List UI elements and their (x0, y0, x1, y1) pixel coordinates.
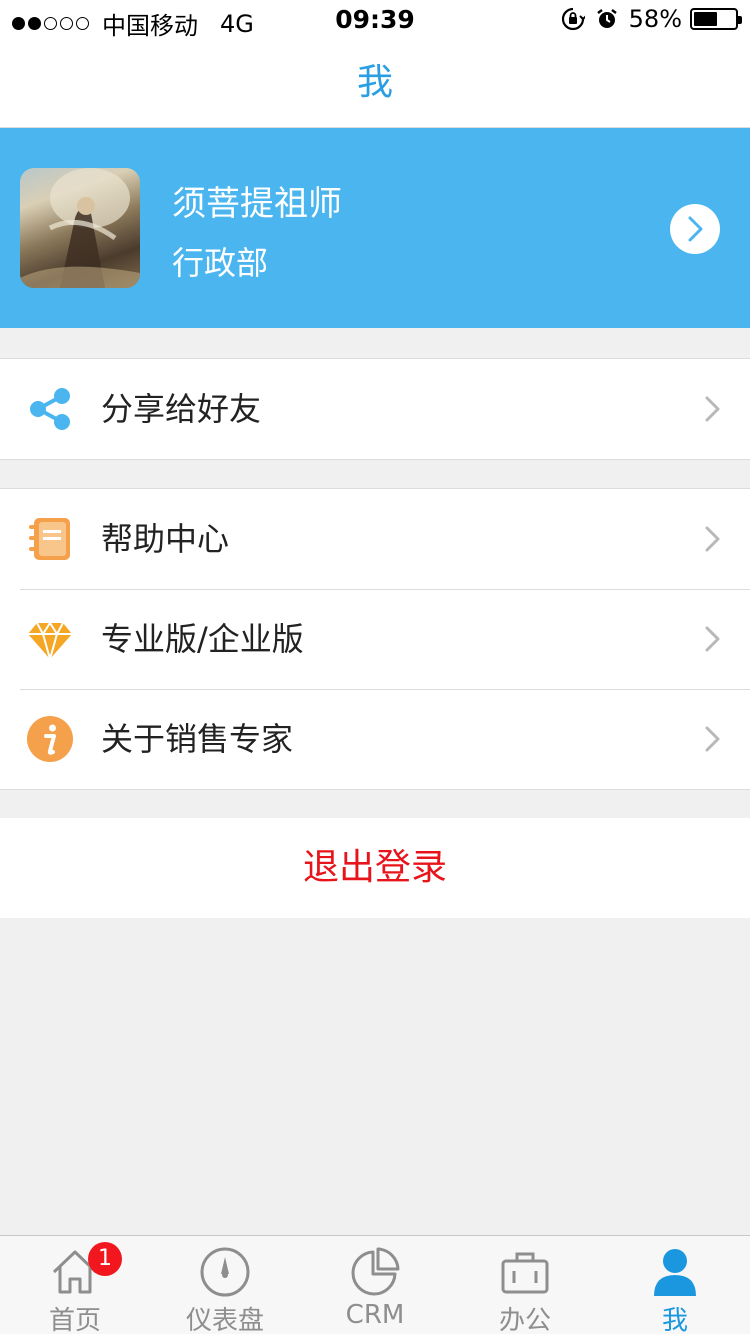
menu-label-share: 分享给好友 (101, 390, 262, 428)
menu-group-share: 分享给好友 (0, 358, 750, 460)
tab-crm[interactable]: CRM (300, 1236, 450, 1334)
tab-home[interactable]: 1 首页 (0, 1236, 150, 1334)
info-icon (26, 715, 74, 763)
menu-group-info: 帮助中心 专业版/企业版 关于销售专家 (0, 488, 750, 790)
logout-button[interactable]: 退出登录 (0, 818, 750, 918)
menu-item-about[interactable]: 关于销售专家 (0, 689, 750, 789)
notebook-icon (26, 515, 74, 563)
notification-badge: 1 (88, 1242, 122, 1276)
diamond-icon (26, 615, 74, 663)
tab-bar: 1 首页 仪表盘 CRM 办公 我 (0, 1235, 750, 1334)
menu-label-about: 关于销售专家 (101, 720, 294, 758)
tab-label-crm: CRM (345, 1300, 405, 1330)
status-bar: 中国移动 4G 09:39 58% (0, 0, 750, 40)
profile-name: 须菩提祖师 (172, 184, 342, 224)
battery-icon (690, 8, 742, 30)
share-icon (26, 385, 74, 433)
menu-item-share[interactable]: 分享给好友 (0, 359, 750, 459)
tab-label-office: 办公 (498, 1306, 551, 1334)
tab-me[interactable]: 我 (600, 1236, 750, 1334)
tab-label-dashboard: 仪表盘 (185, 1306, 264, 1334)
tab-office[interactable]: 办公 (450, 1236, 600, 1334)
status-right: 58% (561, 5, 742, 33)
tab-label-home: 首页 (48, 1306, 101, 1334)
chevron-right-icon (704, 625, 722, 653)
profile-department: 行政部 (172, 244, 269, 282)
briefcase-icon (499, 1246, 551, 1298)
battery-percent: 58% (628, 5, 682, 33)
rotation-lock-icon (561, 7, 587, 31)
alarm-icon (595, 7, 619, 31)
menu-item-help[interactable]: 帮助中心 (0, 489, 750, 589)
menu-item-pro[interactable]: 专业版/企业版 (0, 589, 750, 689)
nav-bar: 我 (0, 40, 750, 128)
chevron-right-icon (704, 525, 722, 553)
dashboard-icon (199, 1246, 251, 1298)
profile-card[interactable]: 须菩提祖师 行政部 (0, 128, 750, 328)
chevron-right-circle-icon[interactable] (670, 204, 720, 254)
chevron-right-icon (704, 725, 722, 753)
person-icon (649, 1246, 701, 1298)
tab-dashboard[interactable]: 仪表盘 (150, 1236, 300, 1334)
tab-label-me: 我 (661, 1306, 688, 1334)
menu-label-help: 帮助中心 (101, 520, 230, 558)
menu-label-pro: 专业版/企业版 (101, 620, 304, 658)
pie-chart-icon (349, 1246, 401, 1298)
avatar[interactable] (20, 168, 140, 288)
chevron-right-icon (704, 395, 722, 423)
page-title: 我 (356, 62, 393, 103)
